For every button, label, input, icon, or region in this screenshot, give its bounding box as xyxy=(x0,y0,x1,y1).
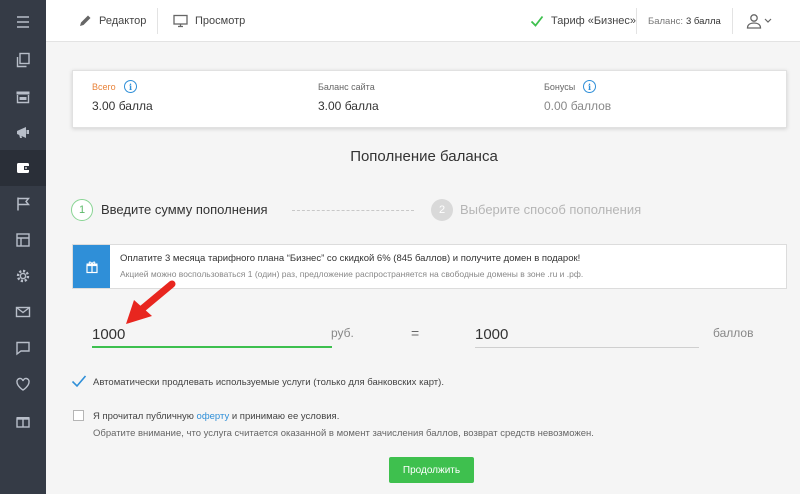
check-icon xyxy=(530,15,544,27)
sidebar xyxy=(0,0,46,494)
chevron-down-icon xyxy=(764,18,772,23)
gear-icon[interactable] xyxy=(0,258,46,294)
offer-label: Я прочитал публичную оферту и принимаю е… xyxy=(93,411,340,422)
info-icon[interactable]: i xyxy=(583,80,596,93)
divider xyxy=(636,8,637,34)
layout-icon[interactable] xyxy=(0,222,46,258)
user-menu-button[interactable] xyxy=(746,0,779,42)
promo-text: Оплатите 3 месяца тарифного плана “Бизне… xyxy=(120,253,581,264)
bonus-value: 0.00 баллов xyxy=(544,99,612,113)
promo-icon-box xyxy=(73,245,110,288)
balance-summary-card: Всего i 3.00 балла Баланс сайта 3.00 бал… xyxy=(72,70,787,128)
amount-unit: руб. xyxy=(331,326,354,340)
pencil-icon xyxy=(80,15,91,26)
auto-renew-checkbox[interactable] xyxy=(71,374,87,388)
annotation-arrow-icon xyxy=(126,280,176,324)
total-label: Всего xyxy=(92,82,116,92)
step-1-label: Введите сумму пополнения xyxy=(101,202,268,217)
divider xyxy=(157,8,158,34)
gift-icon[interactable] xyxy=(0,403,46,439)
bonus-label: Бонусы xyxy=(544,82,576,92)
pages-icon[interactable] xyxy=(0,42,46,78)
plan-button[interactable]: Тариф «Бизнес» xyxy=(530,0,636,42)
balance-indicator: Баланс: 3 балла xyxy=(648,15,721,27)
step-2-number: 2 xyxy=(431,199,453,221)
divider xyxy=(732,8,733,34)
menu-icon[interactable] xyxy=(0,4,46,40)
points-unit: баллов xyxy=(713,326,754,340)
top-bar: Редактор Просмотр Тариф «Бизнес» Баланс:… xyxy=(46,0,800,42)
total-value: 3.00 балла xyxy=(92,99,153,113)
points-input[interactable] xyxy=(475,322,699,348)
promo-subtext: Акцией можно воспользоваться 1 (один) ра… xyxy=(120,269,584,279)
page-title: Пополнение баланса xyxy=(350,148,498,165)
step-1-number: 1 xyxy=(71,199,93,221)
total-balance: Всего i 3.00 балла xyxy=(92,71,292,129)
offer-checkbox[interactable] xyxy=(73,410,84,421)
continue-button[interactable]: Продолжить xyxy=(389,457,474,483)
heart-icon[interactable] xyxy=(0,366,46,402)
offer-link[interactable]: оферту xyxy=(197,411,230,422)
step-2-label: Выберите способ пополнения xyxy=(460,202,642,217)
gift-icon xyxy=(85,261,98,273)
monitor-icon xyxy=(173,14,188,28)
step-connector xyxy=(292,210,414,211)
megaphone-icon[interactable] xyxy=(0,114,46,150)
preview-button[interactable]: Просмотр xyxy=(173,0,245,42)
site-balance: Баланс сайта 3.00 балла xyxy=(318,71,518,129)
bonus-balance: Бонусы i 0.00 баллов xyxy=(544,71,744,129)
store-icon[interactable] xyxy=(0,79,46,115)
refund-note: Обратите внимание, что услуга считается … xyxy=(93,428,594,439)
site-balance-label: Баланс сайта xyxy=(318,82,375,92)
flag-icon[interactable] xyxy=(0,186,46,222)
equals-sign: = xyxy=(411,325,420,341)
chat-icon[interactable] xyxy=(0,330,46,366)
mail-icon[interactable] xyxy=(0,294,46,330)
site-balance-value: 3.00 балла xyxy=(318,99,379,113)
info-icon[interactable]: i xyxy=(124,80,137,93)
user-icon xyxy=(746,14,762,29)
auto-renew-label: Автоматически продлевать используемые ус… xyxy=(93,377,444,388)
editor-button[interactable]: Редактор xyxy=(78,0,146,42)
